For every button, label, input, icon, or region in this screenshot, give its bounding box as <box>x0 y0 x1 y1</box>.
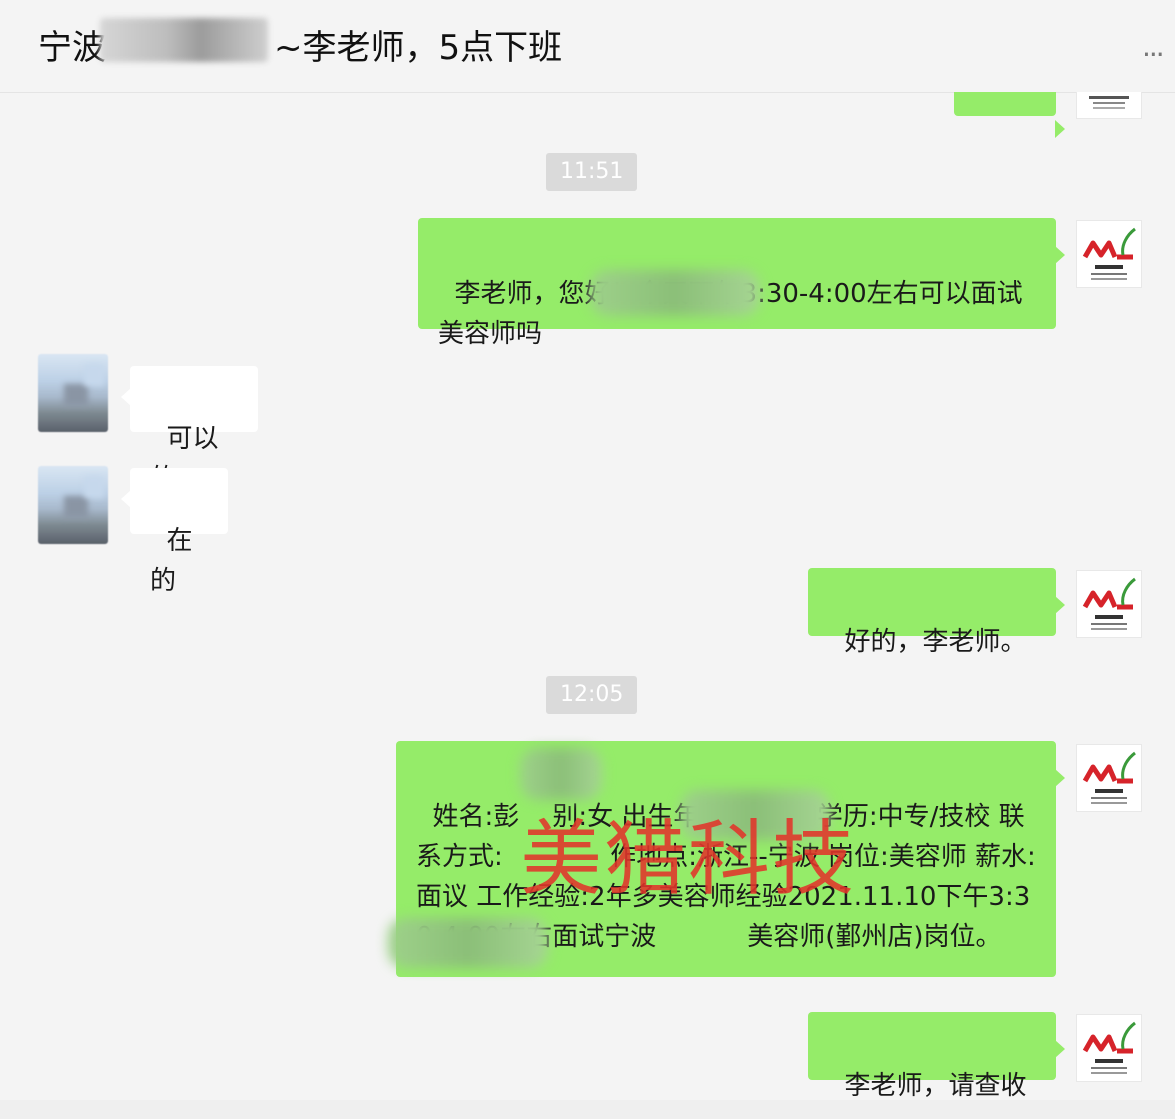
my-avatar[interactable] <box>1076 570 1142 638</box>
redacted-blur <box>388 918 548 968</box>
message-text: 李老师，请查收 <box>844 1071 1027 1101</box>
contact-avatar[interactable] <box>38 466 108 544</box>
title-redacted-blur <box>100 18 268 62</box>
footer-strip <box>0 1100 1175 1119</box>
chat-title-suffix: ~李老师，5点下班 <box>274 28 563 68</box>
my-avatar[interactable] <box>1076 220 1142 288</box>
more-options-icon[interactable]: ... <box>1142 30 1165 63</box>
my-message-bubble[interactable]: 好的，李老师。 <box>808 568 1065 657</box>
my-message-bubble[interactable]: 李老师，请查收 <box>808 1012 1065 1101</box>
timestamp: 12:05 <box>546 676 638 714</box>
contact-message-bubble[interactable]: 可以的 <box>121 366 258 494</box>
contact-message-bubble[interactable]: 在的 <box>121 468 228 596</box>
chat-header: 宁波 ~李老师，5点下班 ... <box>0 0 1175 93</box>
my-avatar[interactable] <box>1076 1014 1142 1082</box>
redacted-blur <box>590 270 760 316</box>
chat-title-prefix: 宁波 <box>38 28 106 68</box>
message-text: 在的 <box>150 526 193 596</box>
message-text: 好的，李老师。 <box>844 627 1027 657</box>
redacted-blur <box>520 748 602 800</box>
timestamp: 11:51 <box>546 153 638 191</box>
previous-message-bubble-partial <box>954 92 1065 138</box>
my-avatar-partial <box>1076 92 1142 119</box>
redacted-blur <box>680 790 830 840</box>
contact-avatar[interactable] <box>38 354 108 432</box>
my-avatar[interactable] <box>1076 744 1142 812</box>
